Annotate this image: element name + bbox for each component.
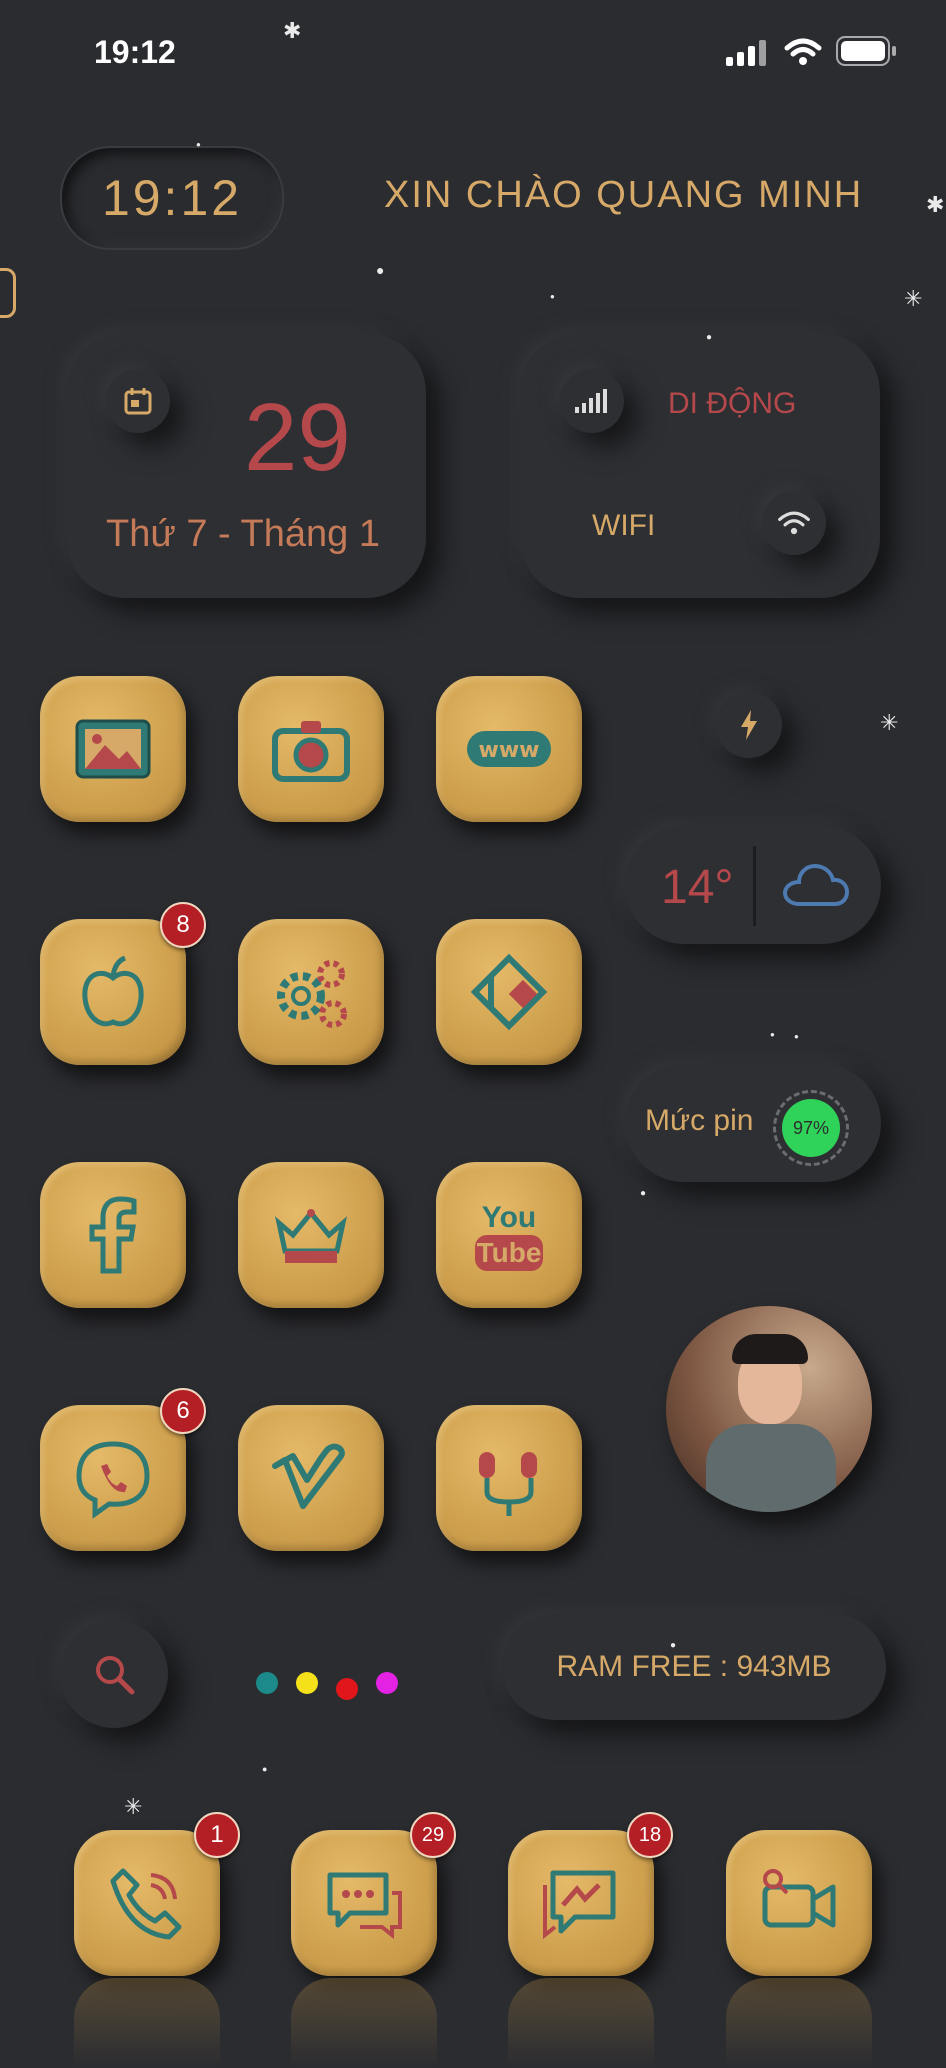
dock-reflection [726,1978,872,2068]
crown-icon [275,1209,347,1263]
snowflake-icon: ● [376,262,385,278]
page-dot[interactable] [256,1672,278,1694]
wifi-toggle[interactable] [762,491,826,555]
wifi-icon [778,511,810,535]
facetime-app[interactable] [726,1830,872,1976]
gears-icon [277,960,347,1028]
kodi-app[interactable] [436,919,582,1065]
notification-badge: 29 [410,1812,456,1858]
facebook-app[interactable] [40,1162,186,1308]
phone-app[interactable] [74,1830,220,1976]
settings-app[interactable] [238,919,384,1065]
status-time: 19:12 [94,34,176,70]
date-text: Thứ 7 - Tháng 1 [106,513,380,555]
camera-app[interactable] [238,676,384,822]
snowflake-icon: ● [550,292,555,301]
calendar-icon [106,369,170,433]
music-app[interactable] [436,1405,582,1551]
apple-icon [82,955,144,1027]
youtube-top-text: You [482,1201,536,1234]
www-icon: www [467,731,551,767]
facebook-icon [89,1196,137,1274]
snowflake-icon: ✱ [283,18,302,43]
messenger-app[interactable] [508,1830,654,1976]
page-indicator [256,1672,398,1700]
earphones-icon [479,1452,537,1516]
notification-badge: 8 [160,902,206,948]
ram-widget: RAM FREE : 943MB [502,1614,886,1720]
wifi-status-icon [784,38,822,71]
date-day: 29 [244,384,351,491]
temperature-text: 14° [661,861,734,914]
snowflake-icon: ✳ [880,710,899,735]
kodi-icon [470,953,548,1031]
ram-text: RAM FREE : 943MB [556,1650,832,1683]
camera-icon [272,721,350,782]
snowflake-icon: ● [794,1032,799,1041]
profile-avatar[interactable] [666,1306,872,1512]
snowflake-icon: ● [640,1188,647,1199]
dock-reflection [291,1978,437,2068]
signal-bars-icon [575,389,607,413]
wifi-label: WIFI [592,509,656,542]
video-icon [762,1869,836,1928]
snowflake-icon: ● [706,332,713,343]
snowflake-icon: ● [262,1764,268,1774]
mobile-data-label: DI ĐỘNG [668,387,797,420]
cloud-icon [782,862,850,913]
battery-gauge: 97% [773,1090,849,1166]
youtube-bottom-text: Tube [477,1237,542,1268]
snowflake-icon: ● [670,1640,677,1651]
browser-app[interactable]: www [436,676,582,822]
www-text: www [479,738,540,763]
chat-icon [327,1872,402,1940]
snowflake-icon: ● [196,140,201,149]
battery-widget: Mức pin 97% [625,1064,881,1182]
network-widget: DI ĐỘNG WIFI [520,333,880,598]
photo-icon [75,719,151,779]
notification-badge: 1 [194,1812,240,1858]
clock-widget: 19:12 [60,146,284,250]
youtube-app[interactable]: You Tube [436,1162,582,1308]
flashlight-button[interactable] [716,692,782,758]
youtube-icon: YouTube [475,1201,543,1271]
snowflake-icon: ✱ [926,192,945,217]
vimeo-app[interactable] [238,1405,384,1551]
photos-app[interactable] [40,676,186,822]
messenger-icon [543,1870,616,1940]
snowflake-icon: ✳ [124,1794,143,1819]
viber-app[interactable] [40,1405,186,1551]
page-dot[interactable] [336,1678,358,1700]
battery-label: Mức pin [645,1104,754,1137]
snowflake-icon: ● [770,1030,775,1039]
app-store-app[interactable] [40,919,186,1065]
crown-app[interactable] [238,1162,384,1308]
page-dot[interactable] [296,1672,318,1694]
battery-percent: 97% [782,1099,840,1157]
clock-text: 19:12 [101,170,243,226]
lightning-icon [741,710,757,740]
dock-reflection [74,1978,220,2068]
date-widget: 29 Thứ 7 - Tháng 1 [66,333,426,598]
vimeo-icon [272,1443,345,1509]
notification-badge: 6 [160,1388,206,1434]
viber-icon [76,1441,150,1519]
weather-widget: 14° [625,826,881,944]
notification-badge: 18 [627,1812,673,1858]
search-icon [96,1656,135,1695]
phone-icon [110,1868,182,1940]
cellular-signal-icon [726,40,768,71]
snowflake-icon: ✳ [904,286,923,311]
mobile-data-toggle[interactable] [560,369,624,433]
messages-app[interactable] [291,1830,437,1976]
dock-reflection [508,1978,654,2068]
greeting-text: XIN CHÀO QUANG MINH [384,174,864,216]
battery-status-icon [836,36,898,71]
page-dot[interactable] [376,1672,398,1694]
edge-panel-handle[interactable] [0,268,16,318]
search-button[interactable] [60,1620,168,1728]
